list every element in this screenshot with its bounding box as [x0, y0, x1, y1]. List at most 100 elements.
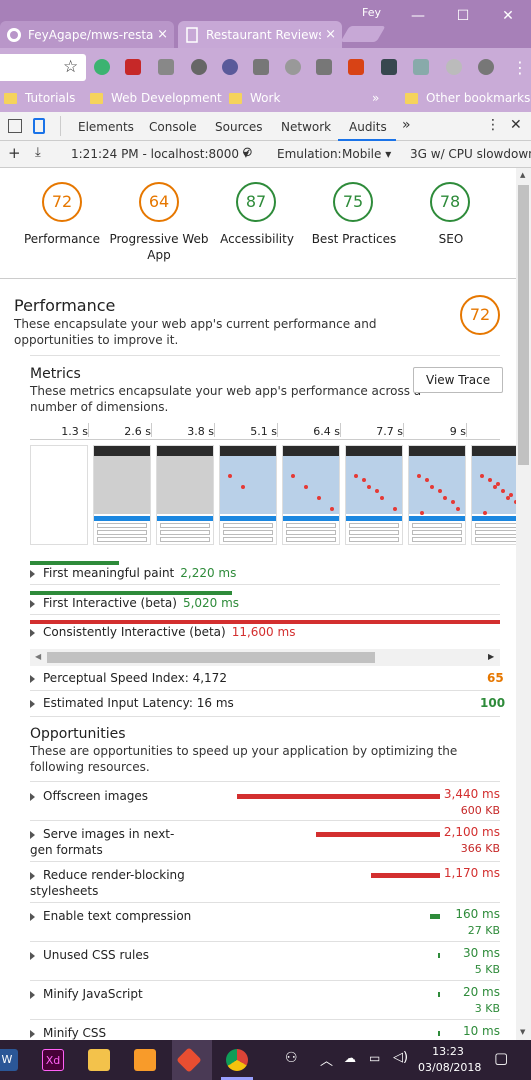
tab-restaurant-reviews[interactable]: Restaurant Reviews ×	[178, 21, 342, 48]
bookmark-tutorials[interactable]: Tutorials	[4, 91, 75, 105]
throttling-select[interactable]: 3G w/ CPU slowdown	[410, 147, 531, 161]
clock-date[interactable]: 03/08/2018	[418, 1061, 481, 1074]
bookmark-other[interactable]: Other bookmarks	[405, 91, 530, 105]
file-explorer-icon[interactable]	[88, 1049, 110, 1071]
extension-icon[interactable]	[253, 59, 269, 75]
scrollbar-thumb[interactable]	[518, 185, 529, 465]
profile-name[interactable]: Fey	[362, 6, 381, 19]
emulation-select[interactable]: Mobile ▾	[342, 147, 391, 161]
close-window-icon[interactable]: ✕	[498, 8, 518, 24]
opportunity-bar	[438, 953, 440, 958]
close-devtools-icon[interactable]: ✕	[510, 117, 522, 133]
frame-field	[286, 537, 336, 542]
tick-mark	[277, 423, 278, 437]
opportunity-row[interactable]: Unused CSS rules	[30, 947, 195, 963]
extension-icon[interactable]	[413, 59, 429, 75]
tab-console[interactable]: Console	[149, 120, 197, 134]
metric-psi[interactable]: Perceptual Speed Index: 4,172	[30, 671, 500, 685]
bookmark-web-development[interactable]: Web Development	[90, 91, 222, 105]
frame-bar	[94, 516, 150, 521]
frame-field	[349, 530, 399, 535]
devtools-menu-icon[interactable]: ⋮	[486, 117, 500, 133]
view-trace-button[interactable]: View Trace	[413, 367, 504, 393]
extension-icon[interactable]	[348, 59, 364, 75]
score-gauge-pwa[interactable]: 64	[139, 182, 179, 222]
folder-icon	[90, 92, 103, 104]
opportunity-row[interactable]: Enable text compression	[30, 908, 195, 924]
score-gauge-performance[interactable]: 72	[42, 182, 82, 222]
plus-icon[interactable]: +	[8, 144, 21, 162]
metric-eil[interactable]: Estimated Input Latency: 16 ms	[30, 696, 500, 710]
metric-row[interactable]: First meaningful paint 2,220 ms	[30, 566, 500, 580]
divider	[30, 584, 500, 585]
scroll-down-icon[interactable]: ▼	[520, 1028, 525, 1036]
chrome-icon[interactable]	[226, 1049, 248, 1071]
report-select[interactable]: 1:21:24 PM - localhost:8000 ▾	[71, 147, 249, 161]
scrollbar-thumb[interactable]	[47, 652, 375, 663]
cloud-icon[interactable]: ☁	[344, 1051, 356, 1065]
score-gauge-accessibility[interactable]: 87	[236, 182, 276, 222]
people-icon[interactable]: ⚇	[285, 1050, 298, 1066]
extension-icon[interactable]	[316, 59, 332, 75]
opportunity-row[interactable]: Minify CSS	[30, 1025, 195, 1040]
tab-github[interactable]: FeyAgape/mws-resta ×	[0, 21, 174, 48]
opportunity-row[interactable]: Offscreen images	[30, 788, 195, 804]
notifications-icon[interactable]: ▢	[494, 1049, 508, 1067]
bookmark-work[interactable]: Work	[229, 91, 280, 105]
tab-elements[interactable]: Elements	[78, 120, 134, 134]
scroll-up-icon[interactable]: ▲	[520, 171, 525, 179]
clock-time[interactable]: 13:23	[418, 1045, 478, 1058]
opportunity-label: Serve images in next-gen formats	[30, 827, 175, 857]
map-pin	[380, 496, 384, 500]
adobe-xd-icon[interactable]: Xd	[42, 1049, 64, 1071]
expand-icon	[30, 990, 35, 999]
react-icon[interactable]	[222, 59, 238, 75]
divider	[30, 690, 500, 691]
gear-icon[interactable]	[478, 59, 494, 75]
avatar[interactable]	[446, 59, 462, 75]
chevron-up-icon[interactable]: ︿	[320, 1050, 333, 1069]
score-label: SEO	[438, 232, 464, 246]
map-pin	[330, 507, 334, 511]
word-icon[interactable]: W	[0, 1049, 18, 1071]
score-gauge-seo[interactable]: 78	[430, 182, 470, 222]
bookmarks-overflow[interactable]: »	[372, 91, 379, 105]
timeline-tick: 1.3 s	[61, 425, 88, 438]
opportunity-time: 30 ms	[462, 946, 500, 960]
score-gauge-best-practices[interactable]: 75	[333, 182, 373, 222]
extension-icon[interactable]	[285, 59, 301, 75]
tab-close-icon[interactable]: ×	[157, 27, 168, 42]
scroll-left-icon[interactable]: ◀	[35, 652, 41, 661]
device-toolbar-icon[interactable]	[33, 118, 45, 134]
map-pin	[317, 496, 321, 500]
menu-icon[interactable]: ⋮	[512, 58, 528, 77]
metric-row[interactable]: First Interactive (beta) 5,020 ms	[30, 596, 500, 610]
lightbulb-icon[interactable]	[191, 59, 207, 75]
filmstrip-frame	[408, 445, 466, 545]
tab-network[interactable]: Network	[281, 120, 331, 134]
minimize-icon[interactable]: —	[408, 8, 428, 24]
tab-close-icon[interactable]: ×	[325, 27, 336, 42]
tab-sources[interactable]: Sources	[215, 120, 262, 134]
filmstrip-frame	[282, 445, 340, 545]
opportunity-row[interactable]: Serve images in next-gen formats	[30, 826, 195, 858]
more-tabs-icon[interactable]: »	[402, 117, 411, 133]
clear-icon[interactable]: ⊘	[242, 145, 253, 160]
extension-icon[interactable]	[158, 59, 174, 75]
extension-icon[interactable]	[94, 59, 110, 75]
sublime-icon[interactable]	[134, 1049, 156, 1071]
network-icon[interactable]: ▭	[369, 1051, 380, 1065]
extension-icon[interactable]	[381, 59, 397, 75]
maximize-icon[interactable]: ☐	[453, 8, 473, 24]
metric-row[interactable]: Consistently Interactive (beta) 11,600 ms	[30, 625, 500, 639]
opportunity-row[interactable]: Minify JavaScript	[30, 986, 195, 1002]
tab-audits[interactable]: Audits	[349, 120, 387, 134]
bookmark-star-icon[interactable]: ☆	[63, 57, 78, 77]
download-icon[interactable]: ⤓	[35, 145, 41, 160]
pdf-icon[interactable]	[125, 59, 141, 75]
inspect-icon[interactable]	[8, 119, 22, 133]
psi-score: 65	[487, 671, 504, 685]
opportunity-row[interactable]: Reduce render-blocking stylesheets	[30, 867, 195, 899]
volume-icon[interactable]: ◁)	[393, 1050, 408, 1065]
scroll-right-icon[interactable]: ▶	[488, 652, 494, 661]
